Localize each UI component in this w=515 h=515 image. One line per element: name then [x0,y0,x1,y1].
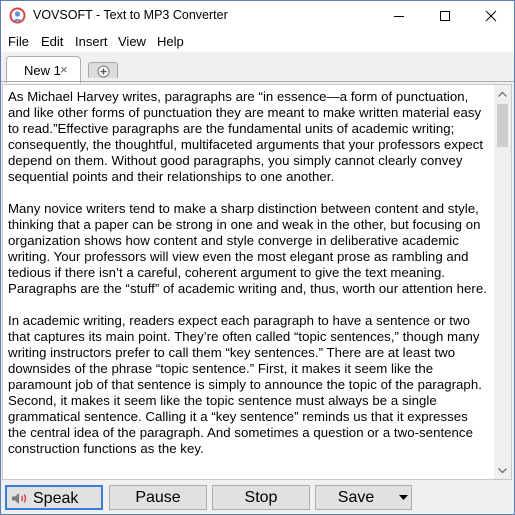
pause-button[interactable]: Pause [109,485,207,510]
tab-new-1[interactable]: New 1 × [6,56,81,83]
pause-label: Pause [135,489,181,506]
speak-label: Speak [33,490,79,507]
window-title: VOVSOFT - Text to MP3 Converter [33,8,228,22]
stop-label: Stop [244,489,278,506]
maximize-button[interactable] [422,1,468,31]
minimize-icon [394,16,404,17]
tab-label: New 1 [24,63,61,78]
menu-insert[interactable]: Insert [75,34,108,49]
save-label: Save [337,489,375,506]
app-logo-icon [9,7,26,24]
vertical-scrollbar[interactable] [494,85,511,479]
scroll-down-button[interactable] [494,462,511,479]
menu-help[interactable]: Help [157,34,184,49]
speak-button[interactable]: Speak [5,485,103,510]
editor-content[interactable]: As Michael Harvey writes, paragraphs are… [8,89,488,473]
plus-icon [97,65,110,78]
save-button[interactable]: Save [315,485,412,510]
title-bar[interactable]: VOVSOFT - Text to MP3 Converter [1,1,514,31]
menu-view[interactable]: View [118,34,146,49]
chevron-up-icon [498,91,507,97]
editor-paragraph: In academic writing, readers expect each… [8,313,482,456]
new-tab-button[interactable] [88,62,118,78]
chevron-down-icon [498,468,507,474]
scroll-thumb[interactable] [497,104,508,147]
app-window: VOVSOFT - Text to MP3 Converter File Edi… [0,0,515,515]
close-button[interactable] [468,1,514,31]
speaker-icon [12,493,27,504]
action-bar: Speak Pause Stop Save [1,481,514,514]
stop-button[interactable]: Stop [212,485,310,510]
tab-strip: New 1 × [1,52,514,83]
close-icon [485,10,497,22]
tab-divider [1,81,514,82]
maximize-icon [440,11,450,21]
editor-paragraph: As Michael Harvey writes, paragraphs are… [8,89,484,184]
menu-bar: File Edit Insert View Help [1,31,514,52]
tab-close-icon[interactable]: × [60,62,68,77]
dropdown-arrow-icon[interactable] [399,495,408,500]
menu-edit[interactable]: Edit [41,34,63,49]
editor-paragraph: Many novice writers tend to make a sharp… [8,201,487,296]
menu-file[interactable]: File [8,34,29,49]
minimize-button[interactable] [376,1,422,31]
text-editor[interactable]: As Michael Harvey writes, paragraphs are… [2,84,512,480]
scroll-up-button[interactable] [494,85,511,102]
